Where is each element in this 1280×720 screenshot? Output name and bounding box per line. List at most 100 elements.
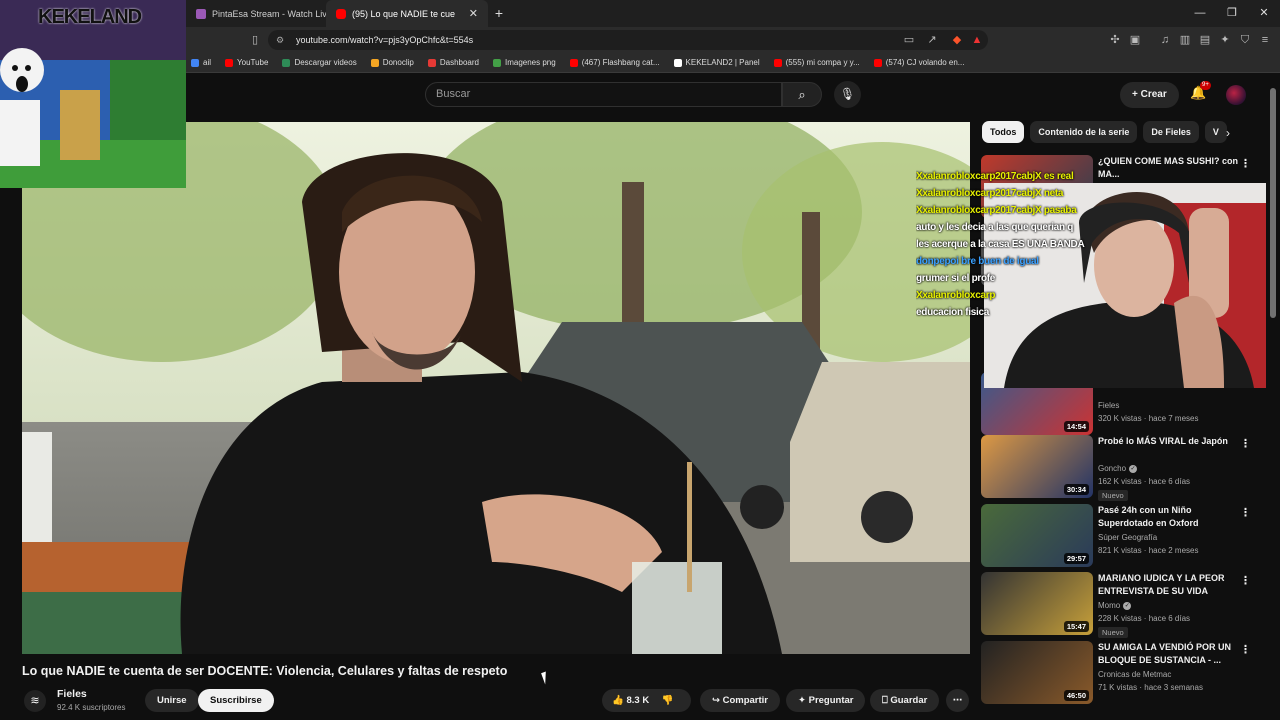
fieles-logo-icon: ≋ xyxy=(30,695,40,707)
chat-message: Xxalanrobloxcarp2017cabjX neta xyxy=(916,188,1064,199)
search-button[interactable]: ⌕ xyxy=(782,82,822,107)
bookmark-label: (467) Flashbang cat... xyxy=(581,58,660,67)
bookmark-icon[interactable]: ▯ xyxy=(248,32,262,48)
chat-message: les acerque a la casa ES UNA BANDA xyxy=(916,239,1085,250)
bookmark-item[interactable]: YouTube xyxy=(220,58,273,67)
recommended-video[interactable]: 46:50 SU AMIGA LA VENDIÓ POR UN BLOQUE DE… xyxy=(980,641,1260,705)
site-info-icon[interactable]: ⚙ xyxy=(276,35,286,45)
recommended-title[interactable]: Pasé 24h con un Niño Superdotado en Oxfo… xyxy=(1098,504,1238,529)
brave-shields-icon[interactable]: ◆ xyxy=(950,32,964,48)
more-vert-icon[interactable]: ⋮ xyxy=(1240,506,1251,519)
bookmark-item[interactable]: KEKELAND2 | Panel xyxy=(669,58,765,67)
bookmark-item[interactable]: (574) CJ volando en... xyxy=(869,58,970,67)
channel-label: Cronicas de Metmac xyxy=(1098,670,1172,679)
video-thumbnail[interactable]: 30:34 xyxy=(981,435,1093,498)
chat-message: grumer si el profe xyxy=(916,273,996,284)
recommended-channel[interactable]: Momo ✓ xyxy=(1098,601,1132,610)
more-actions-button[interactable]: ⋯ xyxy=(946,689,969,712)
recommended-channel[interactable]: Goncho ✓ xyxy=(1098,464,1138,473)
bookmark-label: (574) CJ volando en... xyxy=(885,58,965,67)
view-count-age: 228 K vistas · hace 6 días xyxy=(1098,614,1191,623)
youtube-favicon-icon xyxy=(336,8,346,19)
bookmark-item[interactable]: (467) Flashbang cat... xyxy=(565,58,665,67)
bookmark-item[interactable]: (555) mi compa y y... xyxy=(769,58,865,67)
channel-label: Súper Geografía xyxy=(1098,533,1158,542)
recommended-channel[interactable]: Súper Geografía xyxy=(1098,533,1157,542)
search-input[interactable]: Buscar xyxy=(425,82,782,107)
view-count-age: 320 K vistas · hace 7 meses xyxy=(1098,414,1199,423)
bookmark-favicon-icon xyxy=(427,58,436,67)
bookmark-favicon-icon xyxy=(282,58,291,67)
bookmark-label: (555) mi compa y y... xyxy=(785,58,860,67)
duration-badge: 29:57 xyxy=(1063,553,1089,564)
bookmark-item[interactable]: Donoclip xyxy=(366,58,419,67)
tab-youtube-video[interactable]: (95) Lo que NADIE te cuenta de ✕ xyxy=(326,0,488,27)
bookmark-favicon-icon xyxy=(873,58,882,67)
bookmark-favicon-icon xyxy=(673,58,682,67)
bookmark-item[interactable]: ail xyxy=(186,58,216,67)
subscriber-count: 92.4 K suscriptores xyxy=(57,703,126,712)
recommended-video[interactable]: 15:47 MARIANO IUDICA Y LA PEOR ENTREVISTA… xyxy=(980,572,1260,638)
tab-pintaesa[interactable]: PintaEsa Stream - Watch Live on xyxy=(186,0,326,27)
video-thumbnail[interactable]: 29:57 xyxy=(981,504,1093,567)
more-vert-icon[interactable]: ⋮ xyxy=(1240,643,1251,656)
video-player[interactable] xyxy=(22,122,970,654)
new-tab-button[interactable]: + xyxy=(488,0,510,27)
bookmark-item[interactable]: Descargar videos xyxy=(277,58,361,67)
video-thumbnail[interactable]: 46:50 xyxy=(981,641,1093,704)
more-vert-icon[interactable]: ⋮ xyxy=(1240,574,1251,587)
channel-name[interactable]: Fieles xyxy=(57,688,87,700)
bookmark-favicon-icon xyxy=(225,58,234,67)
bookmark-label: KEKELAND2 | Panel xyxy=(685,58,760,67)
recommended-video[interactable]: 29:57 Pasé 24h con un Niño Superdotado en… xyxy=(980,504,1260,568)
bookmark-favicon-icon xyxy=(773,58,782,67)
close-tab-icon[interactable]: ✕ xyxy=(469,7,478,20)
save-button[interactable]: ⎕ Guardar xyxy=(870,689,940,712)
chat-message: auto y les decia a las que querian q xyxy=(916,222,1074,233)
ask-label: Preguntar xyxy=(808,695,854,706)
bookmark-label: Dashboard xyxy=(439,58,479,67)
channel-label: Goncho xyxy=(1098,464,1127,473)
menu-icon[interactable]: ≡ xyxy=(1258,32,1272,48)
bookmark-item[interactable]: Imagenes png xyxy=(488,58,561,67)
thumbs-up-icon: 👍 xyxy=(612,695,624,706)
voice-search-button[interactable]: 🎙 xyxy=(834,81,861,108)
like-button[interactable]: 👍 8.3 K xyxy=(612,695,649,706)
chat-message: Xxalanrobloxcarp xyxy=(916,290,996,301)
duration-badge: 30:34 xyxy=(1063,484,1089,495)
ask-button[interactable]: ✦ Preguntar xyxy=(786,689,866,712)
share-page-icon[interactable]: ↗ xyxy=(925,32,939,48)
cast-icon[interactable]: ▭ xyxy=(902,32,916,48)
channel-label: Momo xyxy=(1098,601,1121,610)
bookmark-item[interactable]: Dashboard xyxy=(423,58,484,67)
video-title: Lo que NADIE te cuenta de ser DOCENTE: V… xyxy=(22,664,508,678)
more-vert-icon[interactable]: ⋮ xyxy=(1240,157,1251,170)
video-thumbnail[interactable]: 15:47 xyxy=(981,572,1093,635)
channel-avatar[interactable]: ≋ xyxy=(24,690,46,712)
bookmark-favicon-icon xyxy=(569,58,578,67)
address-bar[interactable]: ⚙ youtube.com/watch?v=pjs3yOpChfc&t=554s xyxy=(268,30,988,50)
more-vert-icon[interactable]: ⋮ xyxy=(1240,437,1251,450)
sparkle-icon: ✦ xyxy=(798,695,809,706)
recommended-title[interactable]: SU AMIGA LA VENDIÓ POR UN BLOQUE DE SUST… xyxy=(1098,641,1238,666)
chat-message: Xxalanrobloxcarp2017cabjX pasaba xyxy=(916,205,1077,216)
share-button[interactable]: ↪ Compartir xyxy=(700,689,781,712)
like-count: 8.3 K xyxy=(626,695,650,706)
bookmark-favicon-icon xyxy=(492,58,501,67)
recommended-title[interactable]: ¿QUIEN COME MAS SUSHI? con MA... xyxy=(1098,155,1238,180)
screen: { "browser": { "tabs": [ {"label": "Pint… xyxy=(0,0,1280,720)
recommended-channel[interactable]: Cronicas de Metmac xyxy=(1098,670,1171,679)
dislike-button[interactable]: 👎 xyxy=(662,695,674,706)
join-button[interactable]: Unirse xyxy=(145,689,199,712)
page-scrollbar[interactable] xyxy=(1270,88,1276,318)
recommended-channel[interactable]: Fieles xyxy=(1098,401,1119,410)
thumbs-down-icon: 👎 xyxy=(661,695,674,706)
recommended-video[interactable]: 30:34 Probé lo MÁS VIRAL de Japón Goncho ✓ 1… xyxy=(980,435,1260,501)
mouse-cursor-icon xyxy=(541,671,550,685)
recommended-title[interactable]: Probé lo MÁS VIRAL de Japón xyxy=(1098,435,1238,448)
recommended-title[interactable]: MARIANO IUDICA Y LA PEOR ENTREVISTA DE S… xyxy=(1098,572,1238,597)
chat-message: donpepoi bre buen de igual xyxy=(916,256,1039,267)
subscribe-button[interactable]: Suscribirse xyxy=(198,689,274,712)
bookmark-favicon-icon xyxy=(370,58,379,67)
new-badge: Nuevo xyxy=(1098,490,1128,501)
